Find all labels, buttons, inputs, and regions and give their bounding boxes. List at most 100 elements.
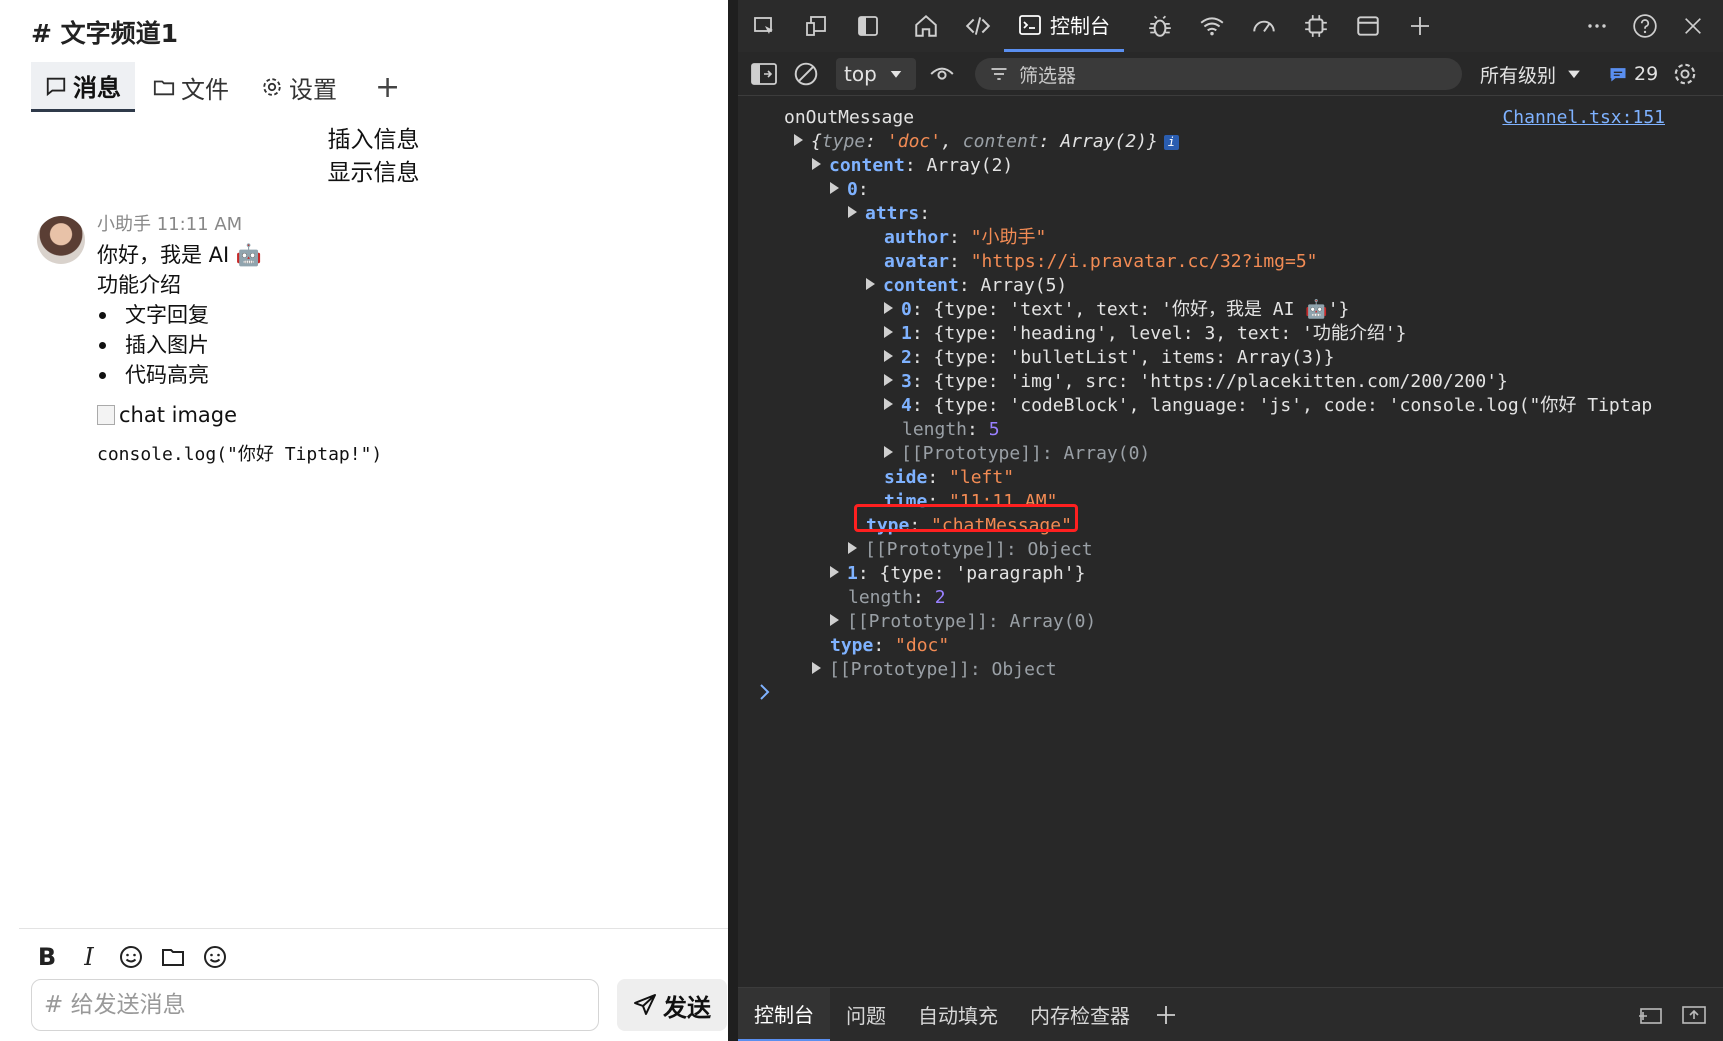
code-icon — [965, 17, 991, 35]
console-tab-label: 控制台 — [1050, 14, 1110, 38]
message-body: 你好，我是 AI 🤖 功能介绍 文字回复 插入图片 代码高亮 chat imag… — [97, 240, 657, 470]
emoji-button-2[interactable] — [201, 941, 229, 973]
chat-bubble-icon — [46, 77, 66, 96]
drawer-tab-issues[interactable]: 问题 — [830, 988, 902, 1041]
tab-settings[interactable]: 设置 — [247, 62, 351, 112]
sidebar-toggle-icon — [751, 63, 777, 85]
info-icon: i — [1163, 134, 1179, 150]
attach-folder-button[interactable] — [159, 941, 187, 973]
tree-row-prototype-array-2[interactable]: [[Prototype]]: Array(0) — [830, 609, 1096, 635]
issues-counter[interactable]: 29 — [1608, 58, 1698, 90]
close-devtools-button[interactable] — [1673, 0, 1713, 52]
add-drawer-tab-button[interactable] — [1146, 989, 1186, 1041]
issue-count-value: 29 — [1634, 63, 1659, 85]
insert-message-link[interactable]: 插入信息 — [19, 120, 728, 154]
message-text: 你好，我是 AI 🤖 — [97, 243, 263, 267]
message-input[interactable]: # 给发送消息 — [31, 979, 599, 1031]
folder-icon — [153, 80, 175, 96]
log-object-summary[interactable]: {type: 'doc', content: Array(2)} i — [794, 129, 1179, 155]
expand-triangle-icon — [884, 302, 893, 314]
more-options-button[interactable] — [1577, 0, 1617, 52]
chevron-down-icon — [890, 70, 902, 78]
expand-triangle-icon — [848, 542, 857, 554]
tree-row-item-2[interactable]: 2: {type: 'bulletList', items: Array(3)} — [884, 345, 1335, 371]
log-levels-select[interactable]: 所有级别 — [1480, 58, 1584, 90]
expand-triangle-icon — [812, 662, 821, 674]
message-bullet-list: 文字回复 插入图片 代码高亮 — [97, 300, 657, 390]
tree-row-index-1[interactable]: 1: {type: 'paragraph'} — [830, 561, 1085, 587]
code-block: console.log("你好 Tiptap!") — [97, 444, 383, 465]
send-icon — [634, 994, 656, 1015]
ellipsis-icon — [1588, 24, 1606, 28]
tab-messages[interactable]: 消息 — [31, 62, 135, 112]
drawer-tab-autofill[interactable]: 自动填充 — [902, 988, 1014, 1041]
wifi-icon — [1200, 17, 1224, 36]
show-message-link[interactable]: 显示信息 — [19, 153, 728, 187]
sources-tab[interactable] — [1134, 0, 1186, 52]
application-tab[interactable] — [1342, 0, 1394, 52]
tree-row-item-3[interactable]: 3: {type: 'img', src: 'https://placekitt… — [884, 369, 1508, 395]
tree-row-avatar: avatar: "https://i.pravatar.cc/32?img=5" — [884, 251, 1318, 272]
tree-row-item-0[interactable]: 0: {type: 'text', text: '你好，我是 AI 🤖'} — [884, 297, 1349, 323]
network-tab[interactable] — [1186, 0, 1238, 52]
memory-tab[interactable] — [1290, 0, 1342, 52]
list-item: 文字回复 — [97, 300, 657, 330]
console-prompt[interactable] — [758, 682, 772, 706]
source-link[interactable]: Channel.tsx:151 — [1502, 105, 1665, 131]
console-tab[interactable]: 控制台 — [1004, 0, 1124, 52]
console-filter-bar: top 筛选器 所有级别 29 — [738, 52, 1723, 96]
tab-files[interactable]: 文件 — [139, 62, 243, 112]
composer: B I # 给发送消息 发送 — [19, 928, 728, 1041]
live-expression-button[interactable] — [916, 48, 968, 100]
device-toolbar-button[interactable] — [790, 0, 842, 52]
emoji-button[interactable] — [117, 941, 145, 973]
dock-drawer-icon[interactable] — [1637, 1004, 1663, 1026]
tree-row-attrs[interactable]: attrs: — [848, 201, 930, 227]
tree-row-length-2: length: 2 — [848, 587, 946, 608]
dock-button[interactable] — [842, 0, 894, 52]
log-label: onOutMessage — [784, 107, 915, 128]
clear-console-button[interactable] — [780, 48, 832, 100]
tree-row-prototype-object[interactable]: [[Prototype]]: Object — [848, 537, 1093, 563]
drawer-tab-console[interactable]: 控制台 — [738, 987, 830, 1041]
tree-row-item-4[interactable]: 4: {type: 'codeBlock', language: 'js', c… — [884, 393, 1652, 419]
help-icon — [1633, 14, 1657, 38]
context-select[interactable]: top — [836, 57, 916, 90]
tree-row-prototype-array[interactable]: [[Prototype]]: Array(0) — [884, 441, 1150, 467]
bold-button[interactable]: B — [33, 941, 61, 973]
collapse-drawer-icon[interactable] — [1681, 1004, 1707, 1026]
tree-row-item-1[interactable]: 1: {type: 'heading', level: 3, text: '功能… — [884, 321, 1407, 347]
sidebar-icon — [858, 16, 878, 36]
tree-row-index-0[interactable]: 0: — [830, 177, 869, 203]
plus-icon — [1157, 1005, 1175, 1024]
help-button[interactable] — [1625, 0, 1665, 52]
tree-row-author: author: "小助手" — [884, 227, 1047, 248]
send-button[interactable]: 发送 — [617, 979, 727, 1031]
window-icon — [1357, 16, 1379, 36]
filter-placeholder: 筛选器 — [1019, 64, 1077, 87]
editor-toolbar: B I — [33, 937, 229, 977]
home-icon — [915, 14, 937, 37]
gear-icon — [263, 78, 281, 96]
tree-row-content[interactable]: content: Array(2) — [812, 153, 1013, 179]
more-tabs-button[interactable] — [1394, 0, 1446, 52]
tree-row-content-array[interactable]: content: Array(5) — [866, 273, 1067, 299]
italic-button[interactable]: I — [75, 941, 103, 973]
message-bubble-icon — [1610, 68, 1626, 82]
add-tab-button[interactable]: + — [355, 70, 420, 105]
avatar — [37, 216, 85, 264]
tree-row-prototype-object-2[interactable]: [[Prototype]]: Object — [812, 657, 1057, 683]
tab-messages-label: 消息 — [73, 74, 121, 102]
inspect-button[interactable] — [738, 0, 790, 52]
expand-triangle-icon — [884, 350, 893, 362]
eye-icon — [930, 67, 954, 80]
message-author: 小助手 — [97, 214, 151, 235]
welcome-tab[interactable] — [900, 0, 952, 52]
performance-tab[interactable] — [1238, 0, 1290, 52]
expand-triangle-icon — [884, 374, 893, 386]
elements-tab[interactable] — [952, 0, 1004, 52]
console-filter-input[interactable]: 筛选器 — [975, 58, 1462, 90]
smile-icon — [120, 946, 142, 968]
drawer-tab-memory-inspector[interactable]: 内存检查器 — [1014, 988, 1146, 1041]
drawer-controls — [1637, 988, 1707, 1041]
